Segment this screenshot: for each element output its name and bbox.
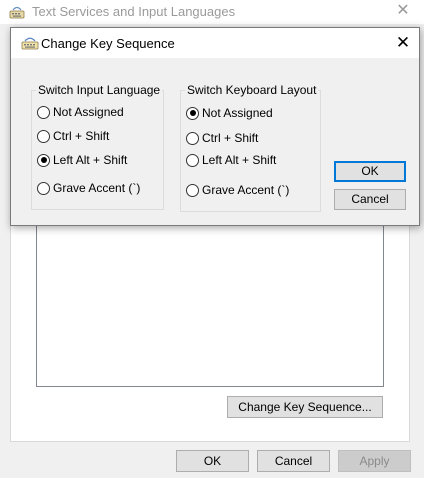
- radio-button[interactable]: [37, 181, 50, 195]
- keyboard-layout-option-left-alt-shift[interactable]: Left Alt + Shift: [186, 152, 276, 168]
- radio-label: Ctrl + Shift: [202, 131, 259, 145]
- keyboard-layout-option-ctrl-shift[interactable]: Ctrl + Shift: [186, 130, 258, 146]
- input-language-option-not-assigned[interactable]: Not Assigned: [37, 104, 124, 120]
- bg-title-bar: Text Services and Input Languages ✕: [0, 0, 424, 24]
- bg-hot-keys-list[interactable]: [36, 224, 384, 387]
- switch-input-language-legend: Switch Input Language: [36, 83, 163, 97]
- keyboard-layout-option-not-assigned[interactable]: Not Assigned: [186, 105, 273, 121]
- radio-button-selected[interactable]: [37, 153, 50, 167]
- keyboard-layout-option-grave-accent[interactable]: Grave Accent (`): [186, 182, 289, 198]
- dialog-title: Change Key Sequence: [41, 36, 175, 51]
- radio-label: Ctrl + Shift: [53, 129, 110, 143]
- bg-cancel-button[interactable]: Cancel: [257, 450, 330, 472]
- radio-button[interactable]: [37, 129, 50, 143]
- radio-button[interactable]: [186, 183, 199, 197]
- bg-apply-button: Apply: [338, 450, 411, 472]
- radio-label: Left Alt + Shift: [53, 153, 128, 167]
- radio-button-selected[interactable]: [186, 106, 199, 120]
- bg-close-button[interactable]: ✕: [392, 2, 414, 20]
- dialog-close-button[interactable]: ✕: [391, 33, 415, 53]
- radio-button[interactable]: [186, 153, 199, 167]
- input-language-option-grave-accent[interactable]: Grave Accent (`): [37, 180, 140, 196]
- radio-label: Grave Accent (`): [202, 183, 290, 197]
- switch-keyboard-layout-legend: Switch Keyboard Layout: [185, 83, 319, 97]
- switch-keyboard-layout-group: Switch Keyboard Layout Not Assigned Ctrl…: [180, 83, 321, 212]
- input-language-option-ctrl-shift[interactable]: Ctrl + Shift: [37, 128, 109, 144]
- bg-ok-button[interactable]: OK: [176, 450, 249, 472]
- dialog-ok-button[interactable]: OK: [334, 161, 406, 182]
- dialog-title-bar: Change Key Sequence ✕: [11, 28, 419, 58]
- change-key-sequence-dialog: Change Key Sequence ✕ Switch Input Langu…: [10, 27, 420, 226]
- radio-label: Grave Accent (`): [53, 181, 141, 195]
- radio-button[interactable]: [186, 131, 199, 145]
- radio-label: Left Alt + Shift: [202, 153, 277, 167]
- keyboard-icon: [9, 6, 25, 19]
- bg-window-title: Text Services and Input Languages: [32, 4, 236, 19]
- switch-input-language-group: Switch Input Language Not Assigned Ctrl …: [31, 83, 164, 210]
- keyboard-icon: [21, 37, 39, 50]
- radio-label: Not Assigned: [202, 106, 273, 120]
- change-key-sequence-button[interactable]: Change Key Sequence...: [227, 396, 383, 418]
- input-language-option-left-alt-shift[interactable]: Left Alt + Shift: [37, 152, 127, 168]
- radio-button[interactable]: [37, 105, 50, 119]
- radio-label: Not Assigned: [53, 105, 124, 119]
- dialog-cancel-button[interactable]: Cancel: [334, 189, 406, 210]
